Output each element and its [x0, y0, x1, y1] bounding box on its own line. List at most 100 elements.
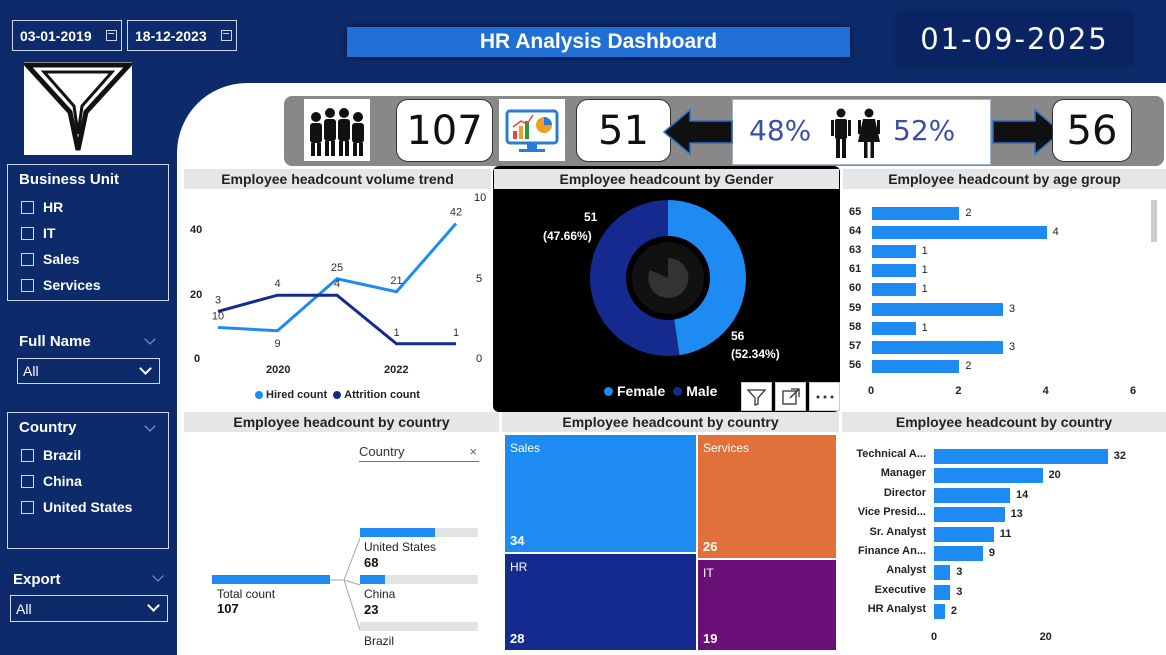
- analytics-monitor-icon: [499, 99, 565, 161]
- chevron-down-icon[interactable]: [152, 570, 164, 582]
- age-category-label: 60: [849, 282, 862, 295]
- slicer-item-hr[interactable]: HR: [21, 194, 168, 220]
- tree-node-label: China: [364, 587, 396, 601]
- data-label: 1: [393, 327, 399, 339]
- checkbox[interactable]: [21, 500, 34, 514]
- gender-legend: Female Male: [604, 383, 717, 399]
- slicer-item-label: Brazil: [43, 447, 82, 463]
- tree-field-chip[interactable]: Country ×: [359, 444, 479, 462]
- tree-connectors: [330, 537, 361, 631]
- treemap-tile-label: IT: [703, 566, 714, 580]
- end-date-value: 18-12-2023: [135, 27, 207, 44]
- legend-dot: [673, 386, 683, 396]
- job-value-label: 3: [956, 585, 963, 598]
- age-bar: [872, 359, 960, 373]
- export-dropdown[interactable]: All: [10, 595, 168, 622]
- start-date-value: 03-01-2019: [20, 27, 92, 44]
- age-x-tick: 2: [955, 385, 962, 397]
- full-name-dropdown[interactable]: All: [17, 358, 160, 384]
- age-x-tick: 6: [1130, 385, 1137, 397]
- focus-mode-icon[interactable]: [775, 382, 806, 411]
- chevron-down-icon[interactable]: [147, 599, 160, 612]
- age-bar: [872, 340, 1003, 354]
- checkbox[interactable]: [21, 474, 34, 488]
- age-value-label: 3: [1009, 302, 1016, 315]
- job-bar: [934, 487, 1010, 503]
- scrollbar[interactable]: [1151, 200, 1157, 242]
- business-unit-title: Business Unit: [19, 171, 120, 188]
- slicer-item-china[interactable]: China: [21, 468, 168, 494]
- tree-node-label: United States: [364, 540, 437, 554]
- data-label: 10: [212, 311, 224, 323]
- checkbox[interactable]: [21, 278, 34, 292]
- male-count-kpi: 56: [1052, 99, 1132, 162]
- gender-ratio-card: 48% 52%: [732, 99, 991, 165]
- legend-dot: [255, 391, 263, 399]
- slicer-item-label: IT: [43, 225, 56, 241]
- chevron-down-icon[interactable]: [139, 362, 152, 375]
- age-value-label: 1: [921, 245, 928, 258]
- job-value-label: 3: [956, 566, 963, 579]
- checkbox[interactable]: [21, 448, 34, 462]
- age-bar: [872, 302, 1003, 316]
- export-title: Export: [13, 571, 61, 588]
- tree-node-bar: [360, 575, 386, 584]
- gender-donut-chart: [590, 200, 746, 356]
- treemap-tile-value: 19: [703, 631, 718, 646]
- calendar-icon[interactable]: [221, 30, 232, 41]
- treemap-tile-label: Services: [703, 441, 750, 455]
- age-x-tick: 0: [868, 385, 875, 397]
- series-line: [217, 293, 456, 346]
- job-value-label: 9: [988, 547, 995, 559]
- job-value-label: 2: [950, 605, 957, 618]
- treemap-tile[interactable]: HR 28: [505, 554, 696, 650]
- checkbox[interactable]: [21, 252, 34, 266]
- legend-attrition: Attrition count: [344, 389, 420, 401]
- checkbox[interactable]: [21, 226, 34, 240]
- slicer-item-label: Services: [43, 277, 101, 293]
- slicer-item-united-states[interactable]: United States: [21, 494, 168, 520]
- slicer-item-label: China: [43, 473, 82, 489]
- more-options-icon[interactable]: [809, 382, 840, 411]
- age-group-title: Employee headcount by age group: [843, 169, 1166, 189]
- slicer-item-it[interactable]: IT: [21, 220, 168, 246]
- start-date-input[interactable]: 03-01-2019: [12, 20, 122, 51]
- treemap-title: Employee headcount by country: [502, 412, 839, 432]
- treemap-tile[interactable]: Services 26: [698, 435, 836, 558]
- treemap-tile[interactable]: Sales 34: [505, 435, 696, 552]
- slicer-item-sales[interactable]: Sales: [21, 246, 168, 272]
- job-value-label: 32: [1113, 450, 1126, 462]
- age-bar: [872, 207, 960, 220]
- job-category-label: Analyst: [886, 564, 926, 577]
- checkbox[interactable]: [21, 200, 34, 214]
- filter-funnel-icon: [21, 62, 135, 155]
- data-label: 21: [390, 275, 402, 287]
- tree-node-value: 23: [364, 602, 379, 617]
- job-category-label: Sr. Analyst: [869, 525, 926, 538]
- treemap-tile[interactable]: IT 19: [698, 560, 836, 650]
- chevron-down-icon[interactable]: [144, 333, 156, 345]
- filter-icon[interactable]: [741, 382, 772, 411]
- job-bar: [934, 546, 983, 561]
- country-tree-title: Employee headcount by country: [184, 412, 499, 432]
- close-icon[interactable]: ×: [469, 444, 477, 459]
- age-category-label: 59: [849, 301, 862, 314]
- data-label: 42: [450, 207, 462, 219]
- age-category-label: 64: [849, 225, 862, 238]
- female-pct-label: (47.66%): [543, 229, 592, 243]
- male-pct-label: (52.34%): [731, 347, 780, 361]
- volume-trend-legend: Hired count Attrition count: [255, 389, 420, 401]
- age-value-label: 2: [965, 359, 972, 372]
- tree-total-bar: [212, 575, 330, 584]
- slicer-item-services[interactable]: Services: [21, 272, 168, 298]
- end-date-input[interactable]: 18-12-2023: [127, 20, 237, 51]
- slicer-item-brazil[interactable]: Brazil: [21, 442, 168, 468]
- legend-hired: Hired count: [266, 389, 328, 401]
- age-bar: [872, 264, 916, 278]
- calendar-icon[interactable]: [106, 30, 117, 41]
- volume-trend-chart: 10 9 25 21 42 3 4 4 1 1: [212, 207, 462, 350]
- series-line: [217, 222, 458, 333]
- tree-node-bar: [360, 528, 435, 537]
- age-category-label: 57: [849, 339, 862, 352]
- age-category-label: 56: [849, 358, 862, 371]
